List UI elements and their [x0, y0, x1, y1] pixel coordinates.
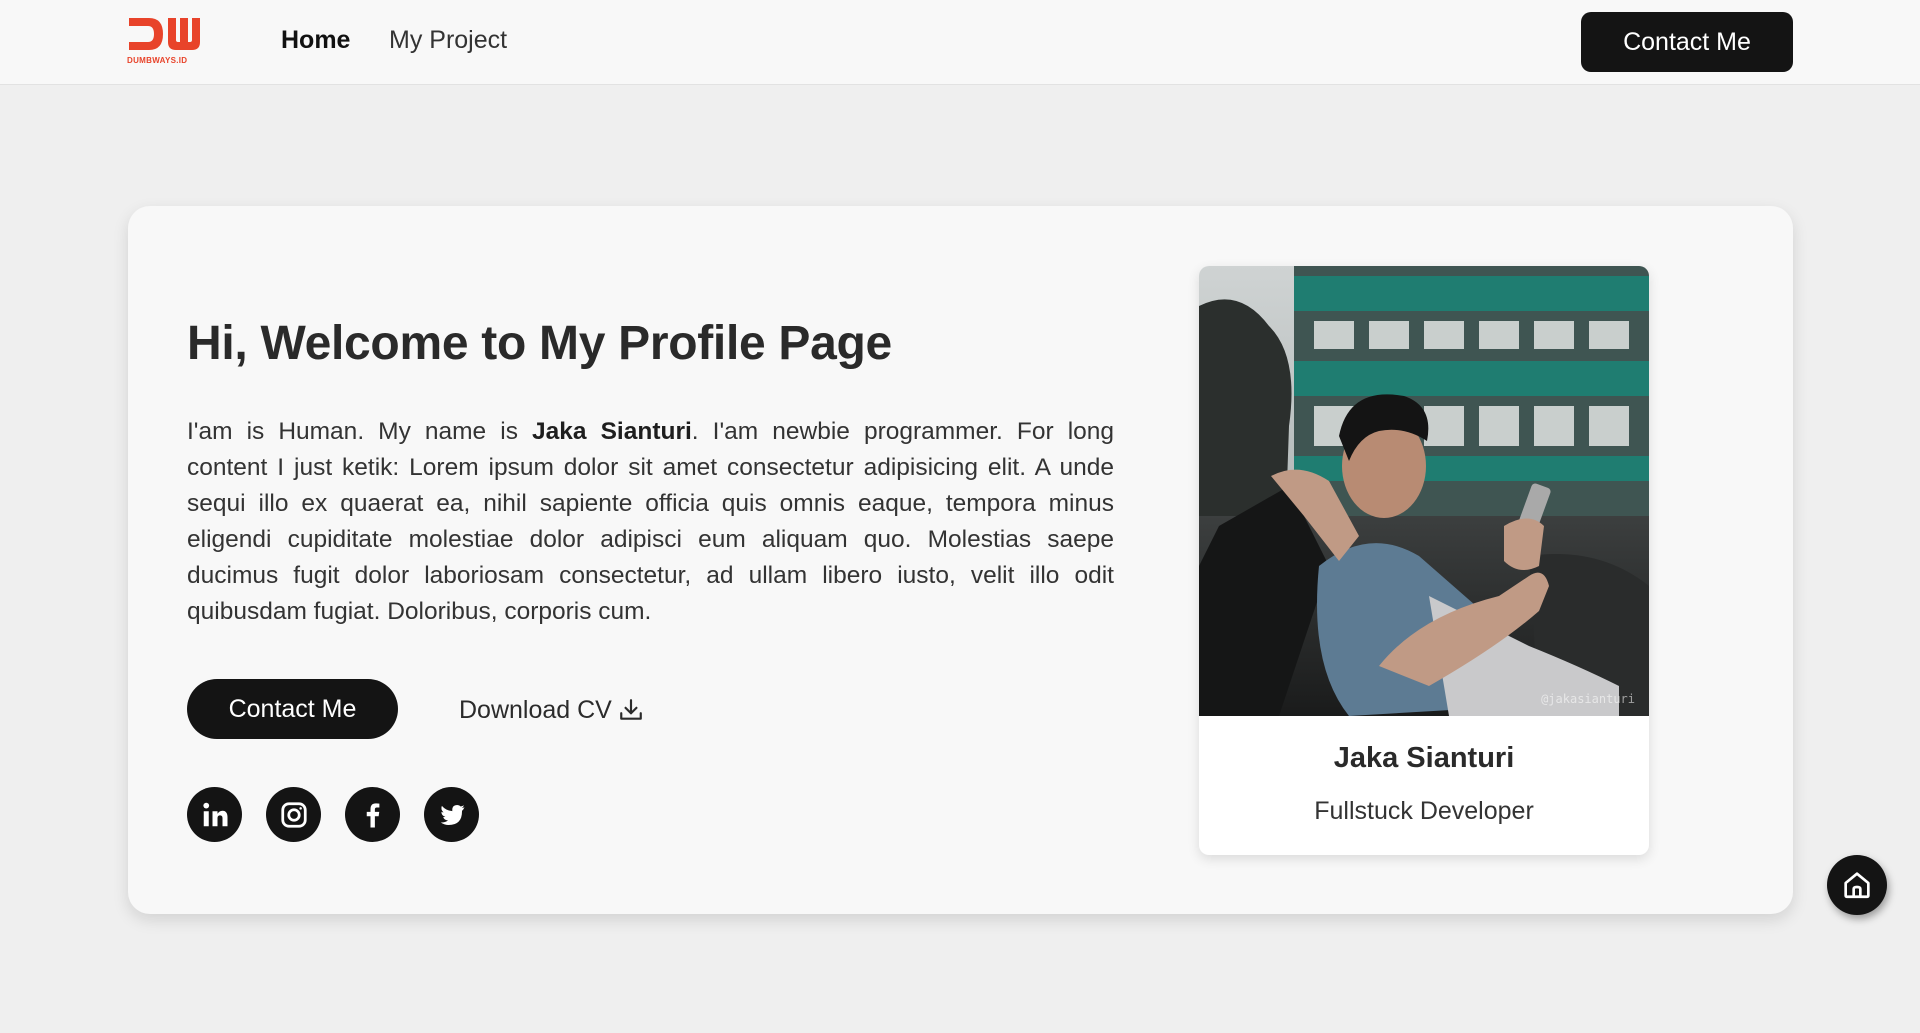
download-icon — [620, 699, 642, 720]
twitter-icon — [440, 804, 464, 825]
linkedin-link[interactable] — [187, 787, 242, 842]
contact-me-button[interactable]: Contact Me — [187, 679, 398, 739]
photo-watermark: @jakasianturi — [1541, 692, 1635, 706]
hero-card: Hi, Welcome to My Profile Page I'am is H… — [128, 206, 1793, 914]
profile-photo — [1199, 266, 1649, 716]
facebook-icon — [366, 802, 379, 827]
download-cv-label: Download CV — [459, 695, 612, 724]
dumbways-logo[interactable]: DUMBWAYS.ID — [127, 15, 205, 69]
intro-name: Jaka Sianturi — [532, 418, 692, 445]
twitter-link[interactable] — [424, 787, 479, 842]
nav-home-link[interactable]: Home — [281, 26, 350, 55]
home-icon — [1844, 872, 1870, 899]
home-fab-button[interactable] — [1827, 855, 1887, 915]
intro-text-after: . I'am newbie programmer. For long conte… — [187, 418, 1115, 625]
instagram-link[interactable] — [266, 787, 321, 842]
page-title: Hi, Welcome to My Profile Page — [187, 317, 892, 370]
intro-text-before: I'am is Human. My name is — [187, 418, 533, 445]
navbar: DUMBWAYS.ID Home My Project Contact Me — [0, 0, 1920, 85]
nav-my-project-link[interactable]: My Project — [389, 26, 507, 55]
profile-card: @jakasianturi Jaka Sianturi Fullstuck De… — [1199, 266, 1649, 855]
facebook-link[interactable] — [345, 787, 400, 842]
profile-name: Jaka Sianturi — [1333, 742, 1515, 774]
linkedin-icon — [202, 802, 227, 826]
download-cv-button[interactable]: Download CV — [459, 694, 644, 726]
nav-contact-button[interactable]: Contact Me — [1581, 12, 1793, 72]
social-links — [187, 787, 479, 842]
intro-paragraph: I'am is Human. My name is Jaka Sianturi.… — [187, 414, 1114, 630]
instagram-icon — [280, 801, 307, 828]
logo-mark — [129, 18, 200, 50]
logo-caption: DUMBWAYS.ID — [127, 56, 188, 65]
profile-role: Fullstuck Developer — [1314, 797, 1534, 825]
